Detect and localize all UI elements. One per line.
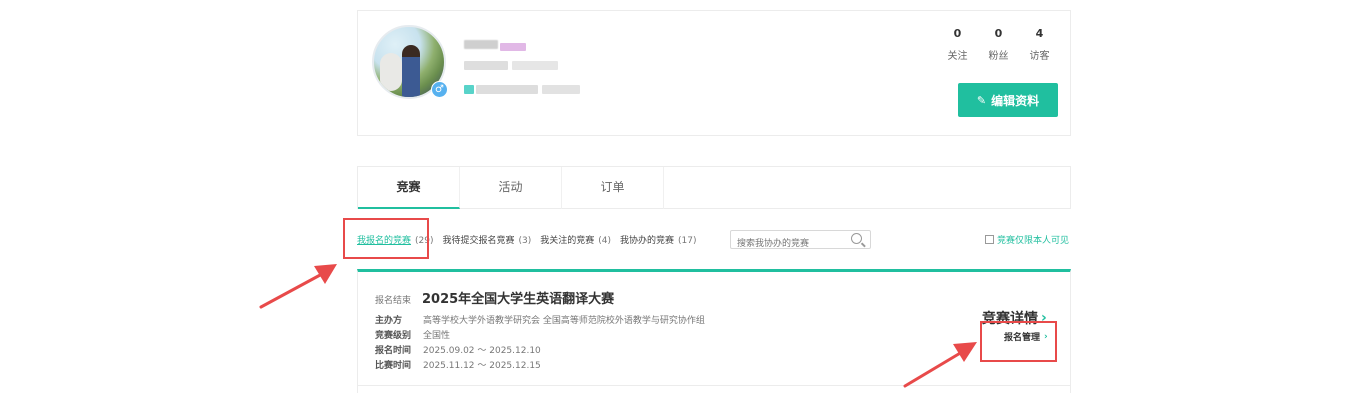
blurred-school-name <box>476 85 538 94</box>
annotation-arrow-1 <box>259 264 337 309</box>
search-input[interactable] <box>735 235 849 253</box>
filter-count: (4) <box>598 235 612 246</box>
stat-label: 粉丝 <box>988 51 1009 62</box>
competition-title[interactable]: 2025年全国大学生英语翻译大赛 <box>422 288 614 307</box>
info-row-level: 竞赛级别 全国性 <box>375 329 705 344</box>
card-divider <box>358 385 1070 386</box>
filter-label: 我报名的竞赛 <box>357 235 412 246</box>
tab-competitions[interactable]: 竞赛 <box>358 167 460 209</box>
avatar-horse-shape <box>380 53 402 91</box>
info-value: 2025.11.12 ～ 2025.12.15 <box>423 361 541 371</box>
profile-stats: 0 关注 0 粉丝 4 访客 <box>937 27 1060 62</box>
private-checkbox-label: 竞赛仅限本人可见 <box>997 236 1070 246</box>
stat-following[interactable]: 0 关注 <box>937 27 978 62</box>
filter-count: (3) <box>518 235 532 246</box>
stat-number: 4 <box>1035 27 1044 40</box>
stat-followers[interactable]: 0 粉丝 <box>978 27 1019 62</box>
competition-filters: 我报名的竞赛 (29) 我待提交报名竞赛 (3) 我关注的竞赛 (4) 我协办的竞赛(… <box>357 229 706 249</box>
info-key: 竞赛级别 <box>375 331 412 341</box>
search-box <box>730 230 871 253</box>
detail-link-label: 竞赛详情 <box>982 311 1038 327</box>
edit-profile-button[interactable]: ✎ 编辑资料 <box>958 83 1058 117</box>
competition-info: 主办方 高等学校大学外语教学研究会 全国高等师范院校外语教学与研究协作组 竞赛级… <box>375 314 705 374</box>
filter-count: (29) <box>415 235 434 246</box>
male-gender-icon: ♂ <box>431 81 448 98</box>
blurred-info-line-2 <box>512 61 558 70</box>
pencil-icon: ✎ <box>976 93 987 107</box>
private-checkbox[interactable] <box>985 235 994 244</box>
blurred-info-line <box>464 61 508 70</box>
stat-number: 0 <box>953 27 962 40</box>
blurred-username-tag <box>500 43 526 51</box>
chevron-right-icon: › <box>1044 331 1048 342</box>
filter-registered[interactable]: 我报名的竞赛 (29) <box>357 233 434 246</box>
info-row-organizer: 主办方 高等学校大学外语教学研究会 全国高等师范院校外语教学与研究协作组 <box>375 314 705 329</box>
info-key: 报名时间 <box>375 346 412 356</box>
filter-label: 我待提交报名竞赛 <box>442 235 515 246</box>
main-tabs: 竞赛 活动 订单 <box>357 166 1071 209</box>
competition-status: 报名结束 <box>375 296 412 306</box>
filter-label: 我协办的竞赛 <box>620 235 675 246</box>
info-row-competition-time: 比赛时间 2025.11.12 ～ 2025.12.15 <box>375 359 705 374</box>
profile-page: ♂ 0 关注 0 粉丝 4 访客 ✎ 编辑资料 竞赛 活动 订单 我报名的竞赛 … <box>0 0 1366 393</box>
manage-link-label: 报名管理 <box>1004 333 1041 343</box>
blurred-school-extra <box>542 85 580 94</box>
chevron-right-icon: › <box>1041 310 1047 326</box>
tab-orders[interactable]: 订单 <box>562 167 664 209</box>
registration-manage-link[interactable]: 报名管理 › <box>1004 330 1048 344</box>
info-value: 高等学校大学外语教学研究会 全国高等师范院校外语教学与研究协作组 <box>423 316 705 326</box>
stat-visitors[interactable]: 4 访客 <box>1019 27 1060 62</box>
filter-count: (17) <box>678 235 697 246</box>
stat-number: 0 <box>994 27 1003 40</box>
blurred-school-badge <box>464 85 474 94</box>
avatar-person-shape <box>402 45 420 97</box>
filter-co-organized[interactable]: 我协办的竞赛 (17) <box>620 233 697 246</box>
info-key: 主办方 <box>375 316 403 326</box>
filter-pending[interactable]: 我待提交报名竞赛 (3) <box>443 233 532 246</box>
stat-label: 关注 <box>947 51 968 62</box>
filter-followed[interactable]: 我关注的竞赛 (4) <box>540 233 611 246</box>
private-visibility-toggle[interactable]: 竞赛仅限本人可见 <box>985 233 1069 246</box>
info-row-registration-time: 报名时间 2025.09.02 ～ 2025.12.10 <box>375 344 705 359</box>
tab-activities[interactable]: 活动 <box>460 167 562 209</box>
competition-detail-link[interactable]: 竞赛详情 › <box>982 308 1047 328</box>
profile-card: ♂ 0 关注 0 粉丝 4 访客 ✎ 编辑资料 <box>357 10 1071 136</box>
info-value: 全国性 <box>423 331 451 341</box>
stat-label: 访客 <box>1029 51 1050 62</box>
filter-label: 我关注的竞赛 <box>540 235 595 246</box>
blurred-username <box>464 40 498 49</box>
search-icon[interactable] <box>851 233 862 244</box>
edit-profile-label: 编辑资料 <box>991 93 1040 108</box>
competition-card: 报名结束 2025年全国大学生英语翻译大赛 主办方 高等学校大学外语教学研究会 … <box>357 269 1071 393</box>
info-key: 比赛时间 <box>375 361 412 371</box>
info-value: 2025.09.02 ～ 2025.12.10 <box>423 346 541 356</box>
